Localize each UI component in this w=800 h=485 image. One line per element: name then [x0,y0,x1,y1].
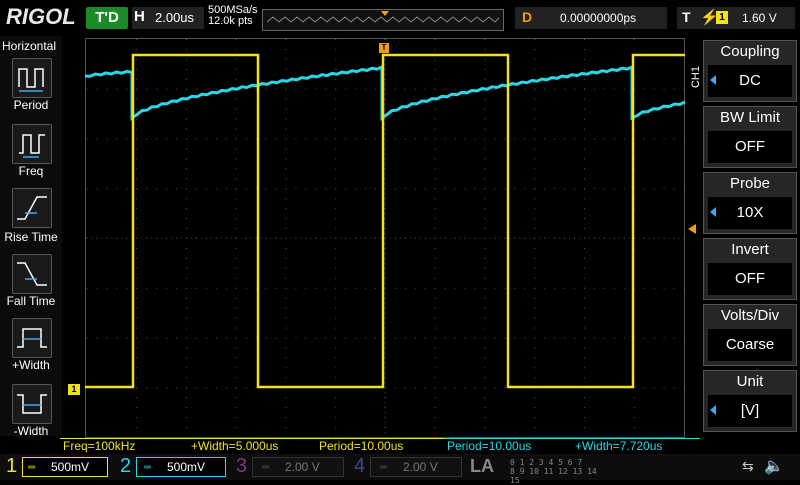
ch1-scale: 500mV [51,460,90,474]
probe-value: 10X [708,197,792,229]
coupling-value: DC [708,65,792,97]
ch1-ground-marker[interactable]: 1 [68,384,80,395]
coupling-softkey[interactable]: Coupling DC [703,40,797,102]
ch2-number[interactable]: 2 [120,455,131,478]
measurement-bar: Freq=100kHz +Width=5.000us Period=10.00u… [60,438,700,453]
period-icon[interactable] [12,58,52,98]
ch2-trace [85,64,685,121]
delay-value: 0.00000000ps [560,11,637,25]
bw-limit-softkey[interactable]: BW Limit OFF [703,106,797,168]
ch1-trace [85,53,685,389]
menu-item-pos-width[interactable]: +Width [0,358,62,372]
dc-coupling-icon: ═ [28,462,36,473]
bw-limit-value: OFF [708,131,792,163]
menu-item-period[interactable]: Period [0,98,62,112]
brand-logo: RIGOL [6,4,76,29]
measurement-item[interactable]: +Width=7.720us [572,438,700,453]
coupling-title: Coupling [720,43,780,60]
unit-title: Unit [736,373,764,390]
menu-channel-tag: CH1 [690,66,702,89]
measurement-item[interactable]: Freq=100kHz [60,438,188,453]
unit-softkey[interactable]: Unit [V] [703,370,797,432]
trigger-status-badge: T'D [86,7,128,29]
trigger-level-marker[interactable] [688,224,696,234]
trigger-box[interactable] [677,7,795,29]
memory-depth: 12.0k pts [208,15,253,27]
menu-item-neg-width[interactable]: -Width [0,424,62,438]
menu-item-fall-time[interactable]: Fall Time [0,294,62,308]
menu-item-freq[interactable]: Freq [0,164,62,178]
digital-channel-map: 0 1 2 3 4 5 6 7 8 9 10 11 12 13 14 15 [510,458,598,485]
invert-softkey[interactable]: Invert OFF [703,238,797,300]
bw-limit-title: BW Limit [720,109,780,126]
fall-time-icon[interactable] [12,254,52,294]
pos-width-icon[interactable] [12,318,52,358]
volts-div-value: Coarse [708,329,792,361]
waveform-display[interactable] [85,38,685,438]
trigger-label: T [682,9,691,25]
rise-time-icon[interactable] [12,188,52,228]
menu-item-rise-time[interactable]: Rise Time [0,230,62,244]
left-arrow-icon [710,75,716,85]
menu-title: Horizontal [2,39,57,53]
trigger-level: 1.60 V [742,11,777,25]
freq-icon[interactable] [12,124,52,164]
ch4-scale: 2.00 V [403,460,438,474]
speaker-muted-icon[interactable]: 🔈 [764,456,784,476]
left-arrow-icon [710,207,716,217]
ch2-scale: 500mV [167,460,206,474]
volts-div-softkey[interactable]: Volts/Div Coarse [703,304,797,366]
ch3-scale: 2.00 V [285,460,320,474]
digital-row: 8 9 10 11 12 13 14 15 [510,467,597,485]
volts-div-title: Volts/Div [720,307,780,324]
horizontal-label: H [134,8,145,25]
memory-overview-bar[interactable] [262,9,504,31]
measurement-item[interactable]: Period=10.00us [316,438,444,453]
trigger-position-marker-icon [381,11,389,16]
neg-width-icon[interactable] [12,384,52,424]
probe-softkey[interactable]: Probe 10X [703,172,797,234]
trigger-position-marker[interactable]: T [379,43,389,53]
dc-coupling-icon: ═ [144,462,152,473]
usb-icon: ⇆ [742,458,754,474]
measurement-item[interactable]: Period=10.00us [444,438,572,453]
unit-value: [V] [708,395,792,427]
measurement-item[interactable]: +Width=5.000us [188,438,316,453]
delay-label: D [522,9,533,25]
probe-title: Probe [729,175,771,192]
logic-analyzer-button[interactable]: LA [470,456,494,477]
acquisition-info: 500MSa/s 12.0k pts [208,5,258,27]
trigger-source: 1 [716,11,728,24]
left-arrow-icon [710,405,716,415]
ch4-number[interactable]: 4 [354,455,365,478]
dc-coupling-icon: ═ [262,462,270,473]
ch1-number[interactable]: 1 [6,455,17,478]
invert-value: OFF [708,263,792,295]
invert-title: Invert [731,241,769,258]
dc-coupling-icon: ═ [380,462,388,473]
timebase-value: 2.00us [155,10,195,25]
ch3-number[interactable]: 3 [236,455,247,478]
digital-row: 0 1 2 3 4 5 6 7 [510,458,583,467]
